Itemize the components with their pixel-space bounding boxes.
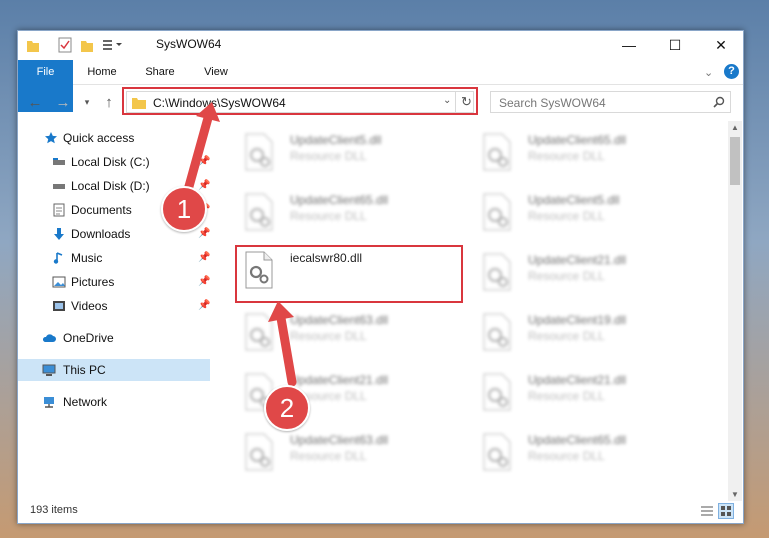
- step-2-badge: 2: [264, 385, 310, 431]
- annotation-arrows: [183, 102, 297, 387]
- step-1-badge: 1: [161, 186, 207, 232]
